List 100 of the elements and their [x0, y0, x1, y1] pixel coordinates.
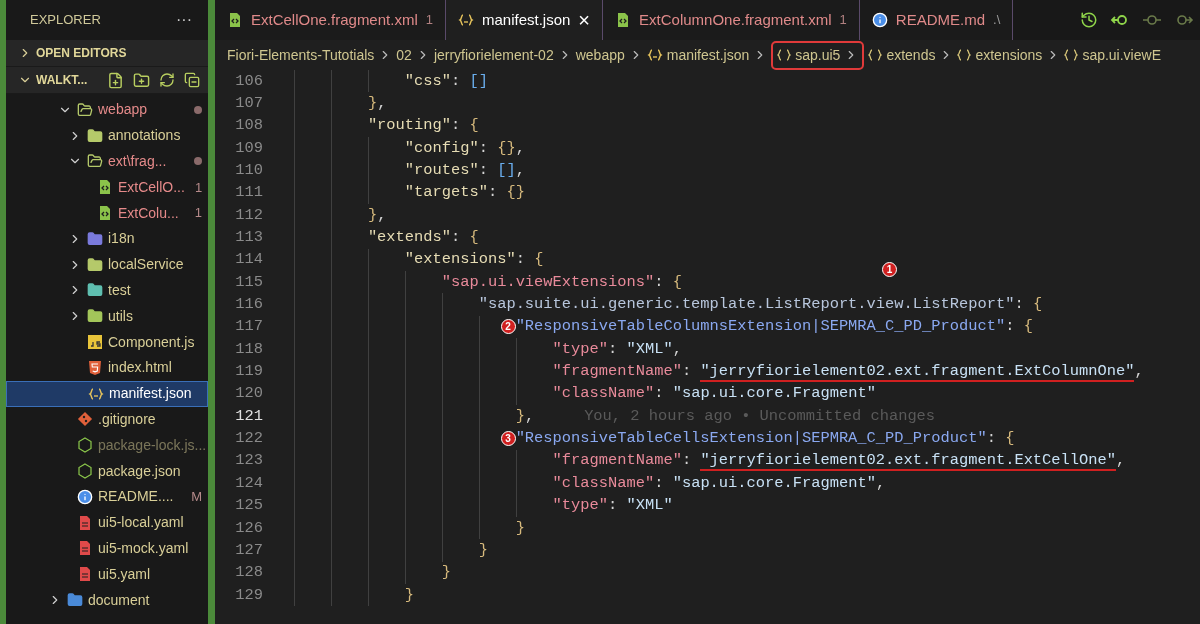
folder-icon [87, 127, 103, 144]
line-number: 107 [234, 92, 263, 114]
code-line: "routing": { [367, 115, 479, 137]
code-line: } [478, 539, 488, 561]
file-name: package-lock.js... [98, 435, 207, 455]
code-line: "routes": [], [404, 160, 525, 181]
breadcrumb-item[interactable]: webapp [575, 44, 625, 66]
xml-file-icon [227, 12, 243, 28]
tree-item[interactable]: annotations [6, 122, 208, 149]
tree-item[interactable]: Component.js [6, 329, 208, 355]
new-file-icon[interactable] [107, 71, 124, 89]
node-icon [77, 463, 93, 480]
tree-item[interactable]: manifest.json [6, 380, 208, 407]
node-icon [77, 437, 93, 454]
collapse-icon[interactable] [184, 71, 200, 88]
tree-item[interactable]: utils [6, 303, 208, 330]
file-name: i18n [108, 229, 135, 249]
breadcrumb-item[interactable]: jerryfiorielement-02 [433, 44, 554, 66]
line-number: 123 [234, 450, 263, 472]
tree-item[interactable]: ui5-local.yaml [6, 509, 208, 536]
json-file-icon [457, 12, 474, 28]
breadcrumb-item[interactable]: sap.ui5 [771, 40, 865, 70]
section-header[interactable]: WALKT... [6, 67, 208, 94]
file-name: ui5-mock.yaml [98, 538, 189, 558]
file-name: utils [108, 306, 133, 326]
breadcrumb-item[interactable]: extensions [957, 44, 1043, 66]
number-badge: 1 [882, 262, 897, 278]
line-number: 126 [234, 517, 263, 539]
code-line: "config": {}, [404, 137, 525, 159]
file-name: localService [108, 255, 184, 275]
code-line: } [515, 517, 525, 539]
tree-item[interactable]: README.... M [6, 483, 208, 510]
tree-item[interactable]: webapp [6, 97, 208, 123]
file-name: Component.js [108, 332, 195, 352]
number-badge: 2 [500, 319, 516, 335]
braces-icon [777, 48, 792, 62]
tree-item[interactable]: i18n [6, 226, 208, 252]
line-number: 125 [234, 495, 263, 517]
line-number: 127 [234, 539, 263, 561]
tree-item[interactable]: package-lock.js... [6, 432, 208, 459]
tree-item[interactable]: ExtColu... 1 [6, 200, 208, 226]
line-number: 129 [234, 584, 263, 606]
code-line: "type": "XML", [552, 338, 682, 360]
breadcrumb-item[interactable]: extends [868, 44, 936, 66]
breadcrumb-item[interactable]: sap.ui.viewE [1064, 44, 1161, 66]
new-folder-icon[interactable] [133, 71, 150, 89]
tree-item[interactable]: .gitignore [6, 406, 208, 433]
more-actions[interactable]: ··· [176, 8, 192, 32]
code-line: } [404, 584, 415, 606]
folder-icon [67, 592, 83, 609]
file-name: ui5.yaml [98, 564, 151, 584]
file-name: README.... [98, 487, 174, 507]
number-badge: 3 [500, 431, 516, 447]
section-header[interactable]: OPEN EDITORS [6, 40, 208, 67]
folder-icon [87, 282, 103, 299]
xml-file-icon [97, 179, 113, 196]
tree-item[interactable]: test [6, 277, 208, 304]
line-number: 121 [234, 405, 263, 427]
file-name: index.html [108, 358, 172, 378]
line-number: 112 [234, 204, 263, 226]
file-name: ext\frag... [108, 152, 167, 171]
refresh-icon[interactable] [159, 71, 175, 88]
tree-item[interactable]: document [6, 587, 208, 613]
tree-item[interactable]: package.json [6, 458, 208, 484]
xml-file-icon [97, 205, 113, 222]
yaml-file-icon [77, 566, 93, 583]
file-name: document [88, 590, 150, 610]
editor-tab[interactable]: manifest.json × [445, 0, 604, 40]
file-name: webapp [98, 100, 148, 120]
breadcrumb-item[interactable]: 02 [396, 44, 412, 66]
folder-icon [87, 153, 103, 170]
folder-icon [87, 308, 103, 325]
code-line: "ResponsiveTableColumnsExtension|SEPMRA_C_PD_Product": { [515, 316, 1033, 338]
close-tab-button[interactable]: × [578, 10, 591, 30]
code-line: } [441, 562, 451, 584]
history-icon[interactable] [1080, 11, 1098, 29]
tree-item[interactable]: ui5-mock.yaml [6, 535, 208, 562]
breadcrumb-item[interactable]: Fiori-Elements-Tutotials [227, 44, 375, 66]
tree-item[interactable]: ExtCellO... 1 [6, 174, 208, 201]
tree-item[interactable]: index.html [6, 354, 208, 381]
tree-item[interactable]: localService [6, 251, 208, 278]
tree-item[interactable]: ui5.yaml [6, 561, 208, 588]
code-line: "sap.ui.viewExtensions": { [441, 271, 682, 293]
file-name: test [108, 280, 131, 300]
file-name: annotations [108, 126, 181, 146]
code-line: }, [367, 204, 387, 226]
line-number: 113 [234, 227, 263, 249]
file-name: ExtColu... [118, 203, 179, 223]
line-number: 108 [234, 115, 263, 137]
line-number: 120 [234, 383, 263, 405]
breadcrumb-item[interactable]: manifest.json [646, 44, 750, 66]
code-line: "sap.suite.ui.generic.template.ListReport.view.ListReport": { [478, 294, 1043, 316]
problem-count: 1 [194, 178, 203, 197]
code-line: "type": "XML" [552, 495, 673, 517]
explorer-title: EXPLORER [30, 11, 101, 30]
yaml-file-icon [77, 540, 93, 557]
tree-item[interactable]: ext\frag... [6, 148, 208, 175]
braces-icon [868, 48, 883, 62]
line-number: 115 [234, 271, 263, 293]
info-icon [871, 12, 888, 28]
